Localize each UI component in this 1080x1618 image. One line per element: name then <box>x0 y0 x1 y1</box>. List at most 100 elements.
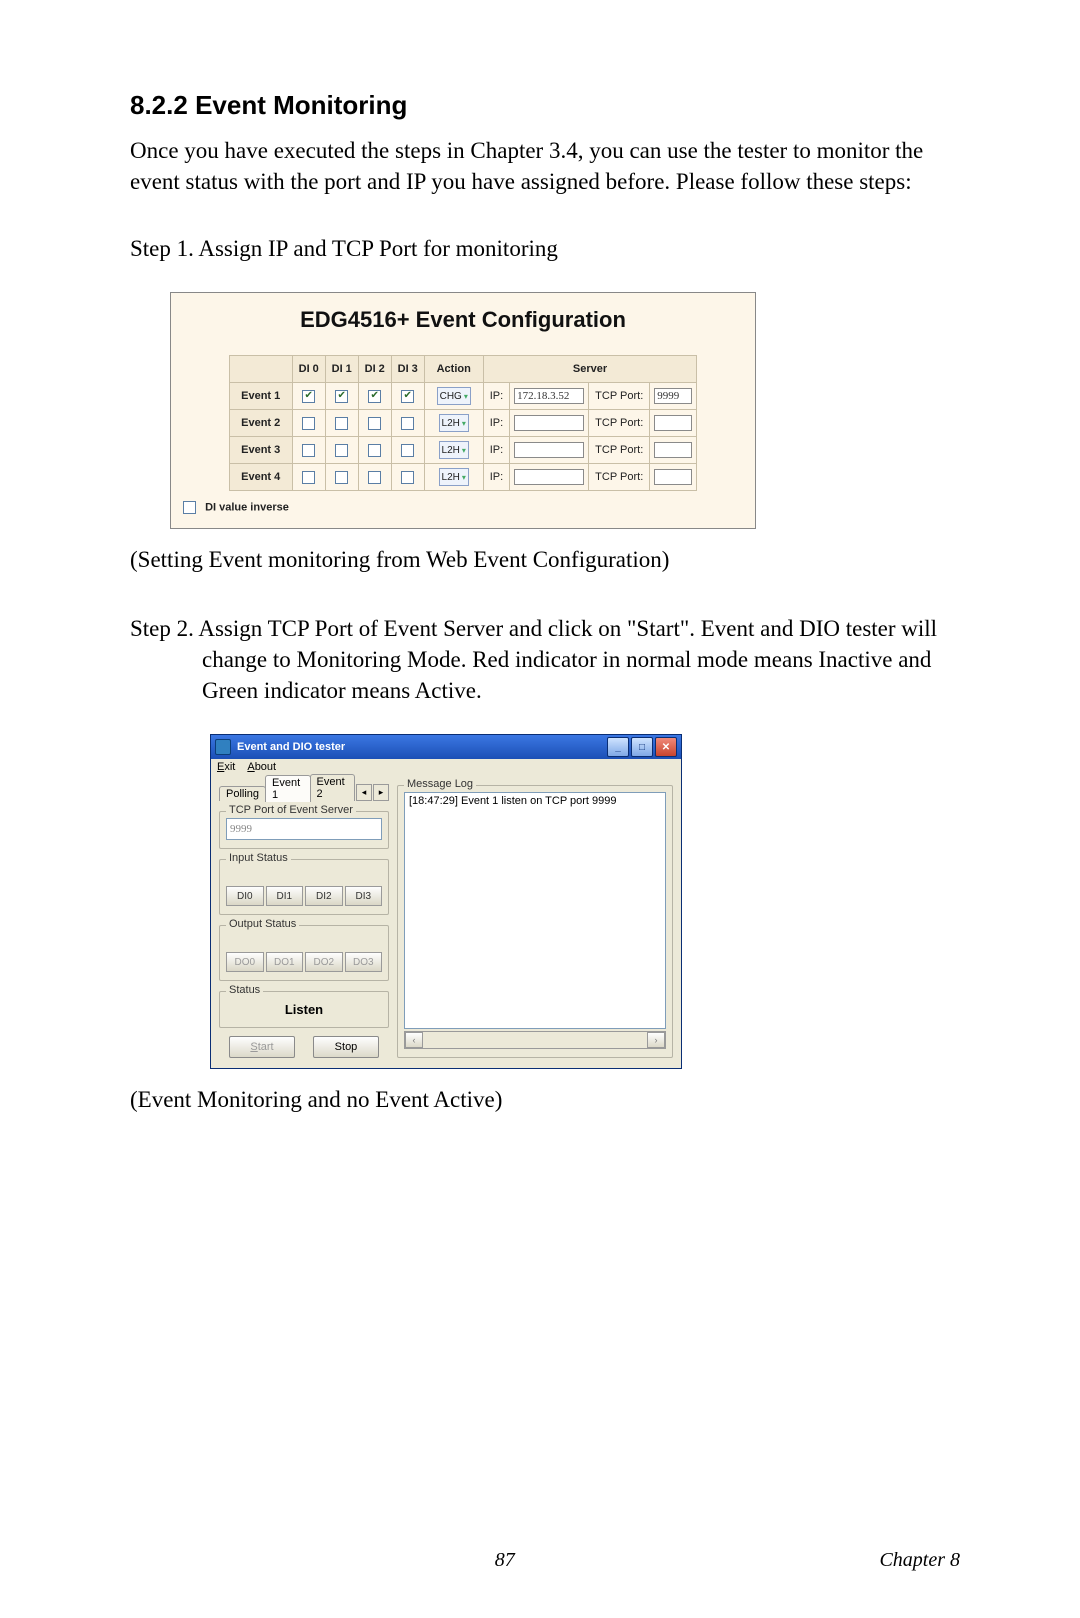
col-di2: DI 2 <box>358 356 391 383</box>
group-input-status: Input Status DI0 DI1 DI2 DI3 <box>219 859 389 915</box>
port-input[interactable] <box>654 388 692 404</box>
action-select[interactable]: L2H▾ <box>439 441 469 459</box>
event-row-label: Event 4 <box>229 464 292 491</box>
col-di3: DI 3 <box>391 356 424 383</box>
event-row-label: Event 1 <box>229 383 292 410</box>
event-config-table: DI 0 DI 1 DI 2 DI 3 Action Server Event … <box>229 355 698 491</box>
group-status-label: Status <box>226 984 263 996</box>
dio-tester-window: Event and DIO tester _ □ ✕ Exit About Po… <box>210 734 682 1069</box>
app-icon <box>215 739 231 755</box>
action-select[interactable]: CHG▾ <box>437 387 471 405</box>
group-tcp-port-label: TCP Port of Event Server <box>226 804 356 816</box>
action-select[interactable]: L2H▾ <box>439 468 469 486</box>
di-checkbox[interactable] <box>401 417 414 430</box>
action-select[interactable]: L2H▾ <box>439 414 469 432</box>
titlebar: Event and DIO tester _ □ ✕ <box>211 735 681 759</box>
intro-paragraph: Once you have executed the steps in Chap… <box>130 135 960 197</box>
di-checkbox[interactable] <box>401 390 414 403</box>
ip-input[interactable] <box>514 469 584 485</box>
chevron-down-icon: ▾ <box>462 446 466 455</box>
group-output-status-label: Output Status <box>226 918 299 930</box>
group-status: Status Listen <box>219 991 389 1028</box>
di-checkbox[interactable] <box>368 417 381 430</box>
ip-input[interactable] <box>514 442 584 458</box>
log-scrollbar[interactable]: ‹ › <box>404 1031 666 1049</box>
do0-button[interactable]: DO0 <box>226 952 264 972</box>
di-checkbox[interactable] <box>401 471 414 484</box>
event-config-title: EDG4516+ Event Configuration <box>183 307 743 333</box>
stop-button[interactable]: Stop <box>313 1036 379 1058</box>
do3-button[interactable]: DO3 <box>345 952 383 972</box>
col-action: Action <box>424 356 483 383</box>
tcp-port-input[interactable] <box>226 818 382 840</box>
port-input[interactable] <box>654 415 692 431</box>
chapter-label: Chapter 8 <box>879 1549 960 1572</box>
menu-exit[interactable]: Exit <box>217 761 235 773</box>
ip-label: IP: <box>488 417 505 429</box>
di3-indicator: DI3 <box>345 886 383 906</box>
event-row: Event 4L2H▾IP:TCP Port: <box>229 464 697 491</box>
chevron-down-icon: ▾ <box>464 392 468 401</box>
port-input[interactable] <box>654 442 692 458</box>
event-config-panel: EDG4516+ Event Configuration DI 0 DI 1 D… <box>170 292 756 529</box>
di-checkbox[interactable] <box>302 471 315 484</box>
scroll-left-icon[interactable]: ‹ <box>405 1032 423 1048</box>
port-label: TCP Port: <box>593 417 645 429</box>
close-button[interactable]: ✕ <box>655 737 677 757</box>
port-input[interactable] <box>654 469 692 485</box>
di-checkbox[interactable] <box>335 471 348 484</box>
step-1: Step 1. Assign IP and TCP Port for monit… <box>130 233 960 264</box>
do2-button[interactable]: DO2 <box>305 952 343 972</box>
menu-about[interactable]: About <box>247 761 276 773</box>
ip-input[interactable] <box>514 415 584 431</box>
do1-button[interactable]: DO1 <box>266 952 304 972</box>
di-checkbox[interactable] <box>335 417 348 430</box>
di-inverse-checkbox[interactable] <box>183 501 196 514</box>
di-inverse-label: DI value inverse <box>205 502 289 514</box>
tab-scroll-left-icon[interactable]: ◂ <box>356 784 372 801</box>
ip-label: IP: <box>488 390 505 402</box>
event-row: Event 1CHG▾IP:TCP Port: <box>229 383 697 410</box>
group-tcp-port: TCP Port of Event Server <box>219 811 389 849</box>
tab-strip: Polling Event 1 Event 2 ◂ ▸ <box>219 781 389 801</box>
event-row: Event 3 L2H▾ IP: TCP Port: <box>229 437 697 464</box>
ip-label: IP: <box>488 471 505 483</box>
port-label: TCP Port: <box>593 444 645 456</box>
chevron-down-icon: ▾ <box>462 473 466 482</box>
page-number: 87 <box>495 1549 515 1572</box>
di-checkbox[interactable] <box>302 417 315 430</box>
minimize-button[interactable]: _ <box>607 737 629 757</box>
di-checkbox[interactable] <box>302 444 315 457</box>
tab-event1[interactable]: Event 1 <box>265 775 310 802</box>
di1-indicator: DI1 <box>266 886 304 906</box>
tab-scroll-right-icon[interactable]: ▸ <box>373 784 389 801</box>
tab-polling[interactable]: Polling <box>219 786 266 801</box>
di-checkbox[interactable] <box>368 444 381 457</box>
ip-label: IP: <box>488 444 505 456</box>
log-line: [18:47:29] Event 1 listen on TCP port 99… <box>409 795 661 807</box>
di2-indicator: DI2 <box>305 886 343 906</box>
window-title: Event and DIO tester <box>237 741 345 753</box>
event-row-label: Event 3 <box>229 437 292 464</box>
di-checkbox[interactable] <box>335 444 348 457</box>
col-di0: DI 0 <box>292 356 325 383</box>
di-checkbox[interactable] <box>368 471 381 484</box>
figure1-caption: (Setting Event monitoring from Web Event… <box>130 547 960 573</box>
chevron-down-icon: ▾ <box>462 419 466 428</box>
figure2-caption: (Event Monitoring and no Event Active) <box>130 1087 960 1113</box>
step-2: Step 2. Assign TCP Port of Event Server … <box>130 613 960 706</box>
tab-event2[interactable]: Event 2 <box>310 774 355 801</box>
menubar: Exit About <box>211 759 681 775</box>
scroll-right-icon[interactable]: › <box>647 1032 665 1048</box>
event-row: Event 2L2H▾IP:TCP Port: <box>229 410 697 437</box>
maximize-button[interactable]: □ <box>631 737 653 757</box>
di-checkbox[interactable] <box>302 390 315 403</box>
ip-input[interactable] <box>514 388 584 404</box>
start-button[interactable]: Start <box>229 1036 295 1058</box>
col-di1: DI 1 <box>325 356 358 383</box>
di-checkbox[interactable] <box>335 390 348 403</box>
di-checkbox[interactable] <box>368 390 381 403</box>
group-message-log: Message Log [18:47:29] Event 1 listen on… <box>397 785 673 1058</box>
group-input-status-label: Input Status <box>226 852 291 864</box>
di-checkbox[interactable] <box>401 444 414 457</box>
